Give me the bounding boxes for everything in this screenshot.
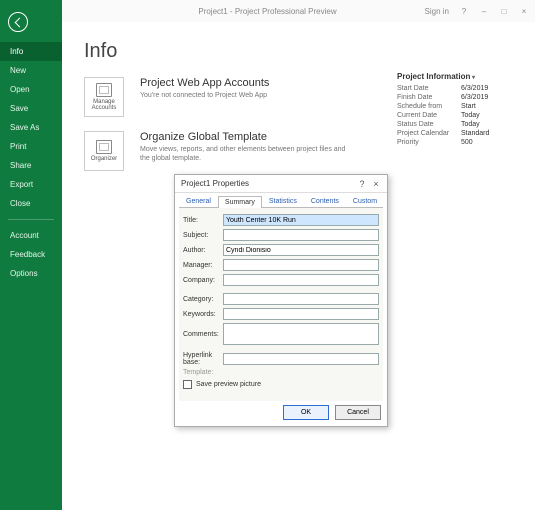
nav-new[interactable]: New bbox=[0, 61, 62, 80]
nav-info[interactable]: Info bbox=[0, 42, 62, 61]
keywords-field[interactable] bbox=[223, 308, 379, 320]
comments-field[interactable] bbox=[223, 323, 379, 345]
project-info-heading[interactable]: Project Information bbox=[397, 72, 517, 81]
info-row: Finish Date6/3/2019 bbox=[397, 94, 517, 101]
manager-label: Manager: bbox=[183, 262, 223, 269]
organize-sub: Move views, reports, and other elements … bbox=[140, 145, 350, 163]
comments-label: Comments: bbox=[183, 331, 223, 338]
save-preview-checkbox[interactable]: Save preview picture bbox=[183, 380, 379, 389]
project-info-panel: Project Information Start Date6/3/2019 F… bbox=[397, 72, 517, 148]
organizer-label: Organizer bbox=[91, 156, 117, 162]
save-preview-label: Save preview picture bbox=[196, 381, 261, 388]
nav-open[interactable]: Open bbox=[0, 80, 62, 99]
dialog-tabs: General Summary Statistics Contents Cust… bbox=[175, 193, 387, 207]
manage-accounts-button[interactable]: Manage Accounts bbox=[84, 77, 124, 117]
tab-general[interactable]: General bbox=[179, 195, 218, 207]
info-row: Status DateToday bbox=[397, 121, 517, 128]
category-field[interactable] bbox=[223, 293, 379, 305]
manager-field[interactable] bbox=[223, 259, 379, 271]
window-titlebar: Project1 - Project Professional Preview … bbox=[0, 0, 535, 22]
properties-dialog: Project1 Properties ? × General Summary … bbox=[174, 174, 388, 427]
dialog-help-icon[interactable]: ? bbox=[355, 179, 369, 189]
minimize-icon[interactable]: – bbox=[479, 6, 489, 16]
manage-accounts-label: Manage Accounts bbox=[85, 99, 123, 111]
tab-summary[interactable]: Summary bbox=[218, 196, 262, 208]
nav-feedback[interactable]: Feedback bbox=[0, 245, 62, 264]
checkbox-icon bbox=[183, 380, 192, 389]
help-icon[interactable]: ? bbox=[459, 6, 469, 16]
organize-heading: Organize Global Template bbox=[140, 131, 350, 143]
nav-export[interactable]: Export bbox=[0, 175, 62, 194]
author-field[interactable] bbox=[223, 244, 379, 256]
company-field[interactable] bbox=[223, 274, 379, 286]
info-row: Schedule fromStart bbox=[397, 103, 517, 110]
dialog-title: Project1 Properties bbox=[181, 179, 249, 188]
category-label: Category: bbox=[183, 296, 223, 303]
organizer-button[interactable]: Organizer bbox=[84, 131, 124, 171]
hyperlink-field[interactable] bbox=[223, 353, 379, 365]
subject-field[interactable] bbox=[223, 229, 379, 241]
template-label: Template: bbox=[183, 369, 379, 376]
title-field[interactable] bbox=[223, 214, 379, 226]
accounts-heading: Project Web App Accounts bbox=[140, 77, 269, 89]
back-button[interactable] bbox=[8, 12, 28, 32]
document-title: Project1 - Project Professional Preview bbox=[198, 7, 336, 16]
info-row: Project CalendarStandard bbox=[397, 130, 517, 137]
author-label: Author: bbox=[183, 247, 223, 254]
tab-statistics[interactable]: Statistics bbox=[262, 195, 304, 207]
company-label: Company: bbox=[183, 277, 223, 284]
nav-account[interactable]: Account bbox=[0, 226, 62, 245]
nav-share[interactable]: Share bbox=[0, 156, 62, 175]
tab-contents[interactable]: Contents bbox=[304, 195, 346, 207]
signin-link[interactable]: Sign in bbox=[425, 7, 449, 16]
accounts-icon bbox=[96, 83, 112, 97]
tab-custom[interactable]: Custom bbox=[346, 195, 384, 207]
ok-button[interactable]: OK bbox=[283, 405, 329, 420]
nav-print[interactable]: Print bbox=[0, 137, 62, 156]
close-window-icon[interactable]: × bbox=[519, 6, 529, 16]
accounts-sub: You're not connected to Project Web App bbox=[140, 91, 269, 100]
nav-save-as[interactable]: Save As bbox=[0, 118, 62, 137]
page-title: Info bbox=[84, 40, 517, 63]
backstage-sidebar: Info New Open Save Save As Print Share E… bbox=[0, 0, 62, 510]
organizer-icon bbox=[96, 140, 112, 154]
nav-options[interactable]: Options bbox=[0, 264, 62, 283]
nav-close[interactable]: Close bbox=[0, 194, 62, 213]
title-label: Title: bbox=[183, 217, 223, 224]
cancel-button[interactable]: Cancel bbox=[335, 405, 381, 420]
hyperlink-label: Hyperlink base: bbox=[183, 352, 223, 366]
dialog-close-icon[interactable]: × bbox=[369, 179, 383, 189]
info-row: Start Date6/3/2019 bbox=[397, 85, 517, 92]
info-row: Priority500 bbox=[397, 139, 517, 146]
subject-label: Subject: bbox=[183, 232, 223, 239]
nav-divider bbox=[8, 219, 54, 220]
maximize-icon[interactable]: □ bbox=[499, 6, 509, 16]
nav-save[interactable]: Save bbox=[0, 99, 62, 118]
keywords-label: Keywords: bbox=[183, 311, 223, 318]
info-row: Current DateToday bbox=[397, 112, 517, 119]
dialog-titlebar[interactable]: Project1 Properties ? × bbox=[175, 175, 387, 193]
